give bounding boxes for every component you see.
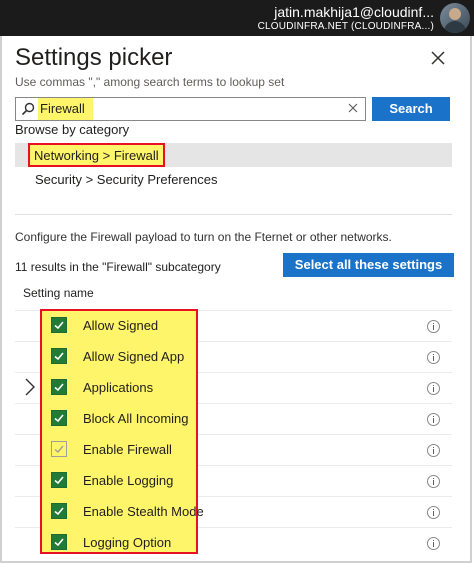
info-icon[interactable] bbox=[427, 506, 440, 519]
clear-icon[interactable] bbox=[347, 102, 359, 114]
checkbox-allow-signed[interactable] bbox=[51, 317, 67, 333]
avatar[interactable] bbox=[440, 3, 470, 33]
category-label-networking-firewall[interactable]: Networking > Firewall bbox=[28, 143, 165, 167]
results-count: 11 results in the "Firewall" subcategory bbox=[15, 260, 221, 274]
checkmark-icon bbox=[54, 383, 64, 392]
setting-label: Enable Logging bbox=[83, 473, 174, 488]
checkbox-block-all-incoming[interactable] bbox=[51, 410, 67, 426]
category-item-security-preferences[interactable]: Security > Security Preferences bbox=[35, 172, 217, 187]
info-icon[interactable] bbox=[427, 444, 440, 457]
info-icon[interactable] bbox=[427, 320, 440, 333]
setting-label: Applications bbox=[83, 380, 154, 395]
panel-title: Settings picker bbox=[15, 44, 173, 71]
setting-label: Logging Option bbox=[83, 535, 172, 550]
checkmark-icon bbox=[54, 445, 64, 453]
checkbox-applications[interactable] bbox=[51, 379, 67, 395]
close-icon[interactable] bbox=[426, 46, 450, 70]
select-all-button[interactable]: Select all these settings bbox=[283, 253, 454, 277]
subcategory-description: Configure the Firewall payload to turn o… bbox=[15, 230, 392, 244]
setting-label: Enable Firewall bbox=[83, 442, 172, 457]
checkmark-icon bbox=[54, 538, 64, 547]
info-icon[interactable] bbox=[427, 475, 440, 488]
setting-label: Allow Signed bbox=[83, 318, 159, 333]
top-bar: jatin.makhija1@cloudinf... CLOUDINFRA.NE… bbox=[0, 0, 474, 36]
checkbox-allow-signed-app[interactable] bbox=[51, 348, 67, 364]
checkmark-icon bbox=[54, 414, 64, 423]
checkbox-enable-stealth-mode[interactable] bbox=[51, 503, 67, 519]
checkbox-enable-logging[interactable] bbox=[51, 472, 67, 488]
browse-by-category-label: Browse by category bbox=[15, 122, 130, 137]
search-button[interactable]: Search bbox=[372, 97, 450, 121]
checkbox-enable-firewall[interactable] bbox=[51, 441, 67, 457]
panel-subtitle: Use commas "," among search terms to loo… bbox=[15, 75, 285, 89]
search-icon bbox=[21, 102, 35, 116]
info-icon[interactable] bbox=[427, 537, 440, 550]
setting-label: Allow Signed App bbox=[83, 349, 185, 364]
checkmark-icon bbox=[54, 352, 64, 361]
info-icon[interactable] bbox=[427, 413, 440, 426]
account-tenant: CLOUDINFRA.NET (CLOUDINFRA...) bbox=[257, 21, 434, 32]
checkmark-icon bbox=[54, 476, 64, 485]
chevron-right-icon[interactable] bbox=[24, 377, 36, 397]
search-value: Firewall bbox=[38, 98, 93, 120]
column-header-setting-name[interactable]: Setting name bbox=[23, 286, 94, 300]
setting-label: Block All Incoming bbox=[83, 411, 189, 426]
setting-label: Enable Stealth Mode bbox=[83, 504, 204, 519]
search-input[interactable]: Firewall bbox=[15, 97, 366, 121]
account-name[interactable]: jatin.makhija1@cloudinf... bbox=[274, 4, 434, 20]
checkmark-icon bbox=[54, 507, 64, 516]
checkmark-icon bbox=[54, 321, 64, 330]
info-icon[interactable] bbox=[427, 351, 440, 364]
info-icon[interactable] bbox=[427, 382, 440, 395]
checkbox-logging-option[interactable] bbox=[51, 534, 67, 550]
divider bbox=[15, 214, 452, 215]
